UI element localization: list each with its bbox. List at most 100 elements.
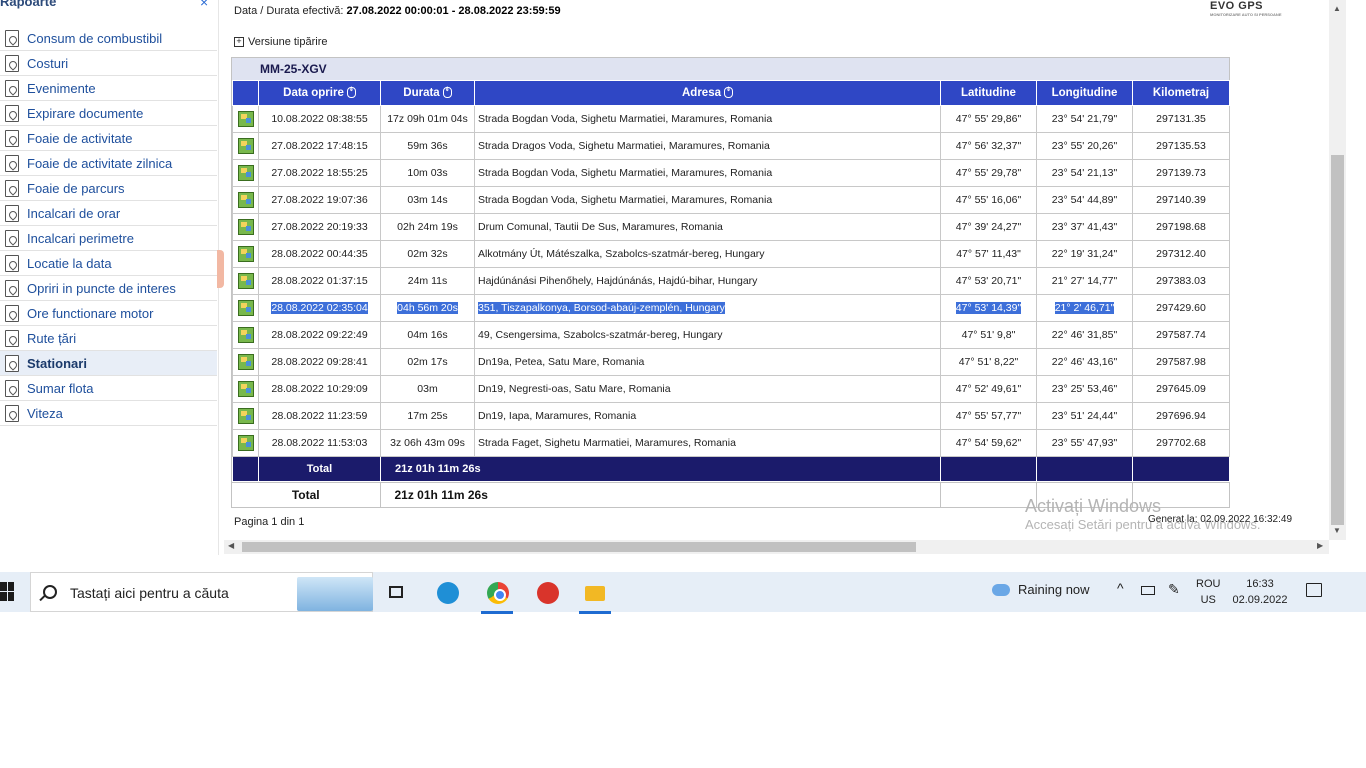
map-icon[interactable] — [237, 246, 254, 262]
map-icon-cell[interactable] — [232, 159, 259, 187]
print-version-toggle[interactable]: + Versiune tipărire — [234, 36, 328, 48]
sidebar-item[interactable]: Expirare documente — [0, 101, 217, 126]
sidebar-item[interactable]: Stationari — [0, 351, 217, 376]
sidebar-item[interactable]: Foaie de activitate zilnica — [0, 151, 217, 176]
col-durata[interactable]: Durata ⇕ — [380, 80, 475, 106]
table-row[interactable]: 27.08.2022 20:19:33 02h 24m 19s Drum Comun… — [232, 213, 1230, 241]
map-icon-cell[interactable] — [232, 294, 259, 322]
col-adresa[interactable]: Adresa ⇕ — [474, 80, 941, 106]
map-icon-cell[interactable] — [232, 132, 259, 160]
table-row[interactable]: 28.08.2022 01:37:15 24m 11s Hajdúnánási Pi… — [232, 267, 1230, 295]
sidebar-item[interactable]: Sumar flota — [0, 376, 217, 401]
sidebar-item[interactable]: Foaie de activitate — [0, 126, 217, 151]
pen-icon[interactable]: ✎ — [1168, 581, 1180, 598]
scroll-up-icon[interactable]: ▲ — [1333, 4, 1341, 13]
map-icon-cell[interactable] — [232, 267, 259, 295]
file-explorer-icon[interactable] — [575, 578, 615, 614]
cell-durata: 17z 09h 01m 04s — [380, 105, 475, 133]
map-icon-cell[interactable] — [232, 240, 259, 268]
sidebar-item-label: Foaie de parcurs — [27, 180, 125, 196]
map-icon[interactable] — [237, 354, 254, 370]
table-row[interactable]: 28.08.2022 11:53:03 3z 06h 43m 09s Strada … — [232, 429, 1230, 457]
col-data-oprire[interactable]: Data oprire ⇕ — [258, 80, 381, 106]
sort-icon[interactable]: ⇕ — [442, 87, 452, 99]
table-row[interactable]: 28.08.2022 02:35:04 04h 56m 20s 351, Tisza… — [232, 294, 1230, 322]
sidebar-item[interactable]: Incalcari de orar — [0, 201, 217, 226]
map-icon-cell[interactable] — [232, 321, 259, 349]
map-icon[interactable] — [237, 381, 254, 397]
map-icon-cell[interactable] — [232, 348, 259, 376]
map-icon-cell[interactable] — [232, 213, 259, 241]
scroll-down-icon[interactable]: ▼ — [1333, 526, 1341, 535]
show-hidden-icons-icon[interactable]: ^ — [1117, 580, 1124, 596]
map-icon[interactable] — [237, 111, 254, 127]
sidebar-item[interactable]: Foaie de parcurs — [0, 176, 217, 201]
horizontal-scroll-thumb[interactable] — [242, 542, 916, 552]
table-row[interactable]: 28.08.2022 00:44:35 02m 32s Alkotmány Út, … — [232, 240, 1230, 268]
sort-icon[interactable]: ⇕ — [724, 87, 733, 99]
reports-sidebar: Rapoarte × Consum de combustibil Costuri E… — [0, 0, 219, 555]
table-row[interactable]: 28.08.2022 10:29:09 03m Dn19, Negresti-oas… — [232, 375, 1230, 403]
table-row[interactable]: 27.08.2022 19:07:36 03m 14s Strada Bogdan … — [232, 186, 1230, 214]
sidebar-item[interactable]: Incalcari perimetre — [0, 226, 217, 251]
notification-icon[interactable] — [1306, 583, 1322, 597]
vertical-scroll-thumb[interactable] — [1331, 155, 1344, 525]
cell-data-oprire: 28.08.2022 11:53:03 — [258, 429, 381, 457]
horizontal-scrollbar[interactable]: ◀ ▶ — [224, 540, 1329, 554]
task-view-icon[interactable] — [377, 578, 417, 610]
windows-start-icon[interactable] — [0, 582, 16, 602]
scroll-left-icon[interactable]: ◀ — [228, 541, 234, 550]
cell-longitudine: 23° 54' 44,89" — [1036, 186, 1133, 214]
cell-data-oprire: 28.08.2022 02:35:04 — [258, 294, 381, 322]
map-icon[interactable] — [237, 192, 254, 208]
map-icon-cell[interactable] — [232, 402, 259, 430]
sidebar-item[interactable]: Ore functionare motor — [0, 301, 217, 326]
sidebar-item[interactable]: Costuri — [0, 51, 217, 76]
sidebar-item[interactable]: Locatie la data — [0, 251, 217, 276]
table-row[interactable]: 28.08.2022 09:22:49 04m 16s 49, Csengersim… — [232, 321, 1230, 349]
map-icon[interactable] — [237, 408, 254, 424]
sidebar-item[interactable]: Consum de combustibil — [0, 26, 217, 51]
map-icon-cell[interactable] — [232, 105, 259, 133]
map-icon-cell[interactable] — [232, 186, 259, 214]
table-row[interactable]: 10.08.2022 08:38:55 17z 09h 01m 04s Strada… — [232, 105, 1230, 133]
table-row[interactable]: 28.08.2022 11:23:59 17m 25s Dn19, Iapa, Ma… — [232, 402, 1230, 430]
map-icon[interactable] — [237, 165, 254, 181]
table-row[interactable]: 27.08.2022 18:55:25 10m 03s Strada Bogdan … — [232, 159, 1230, 187]
report-view: Data / Durata efectivă: 27.08.2022 00:00… — [224, 0, 1329, 540]
close-icon[interactable]: × — [200, 0, 208, 10]
sidebar-item[interactable]: Opriri in puncte de interes — [0, 276, 217, 301]
sidebar-item[interactable]: Viteza — [0, 401, 217, 426]
cell-latitudine: 47° 53' 14,39" — [940, 294, 1037, 322]
cell-kilometraj: 297429.60 — [1132, 294, 1230, 322]
input-language[interactable]: ROU US — [1196, 576, 1220, 608]
weather-widget[interactable]: Raining now — [992, 582, 1090, 597]
sidebar-item[interactable]: Evenimente — [0, 76, 217, 101]
system-clock[interactable]: 16:33 02.09.2022 — [1232, 576, 1288, 608]
map-icon[interactable] — [237, 300, 254, 316]
cell-kilometraj: 297696.94 — [1132, 402, 1230, 430]
sidebar-item[interactable]: Rute țări — [0, 326, 217, 351]
sidebar-collapse-handle[interactable] — [217, 250, 224, 288]
cell-durata: 10m 03s — [380, 159, 475, 187]
taskbar-search[interactable]: Tastați aici pentru a căuta — [30, 572, 373, 612]
edge-icon[interactable] — [427, 578, 467, 610]
map-icon-cell[interactable] — [232, 375, 259, 403]
scroll-right-icon[interactable]: ▶ — [1317, 541, 1323, 550]
battery-icon[interactable] — [1141, 586, 1155, 595]
map-icon[interactable] — [237, 327, 254, 343]
cell-kilometraj: 297383.03 — [1132, 267, 1230, 295]
brand-logo: EVO GPS MONITORIZARE AUTO SI PERSOANE — [1210, 0, 1282, 17]
map-icon[interactable] — [237, 138, 254, 154]
map-icon[interactable] — [237, 219, 254, 235]
app-red-icon[interactable] — [527, 578, 567, 610]
map-icon[interactable] — [237, 435, 254, 451]
map-icon[interactable] — [237, 273, 254, 289]
map-icon-cell[interactable] — [232, 429, 259, 457]
sort-icon[interactable]: ⇕ — [346, 87, 356, 99]
table-row[interactable]: 27.08.2022 17:48:15 59m 36s Strada Dragos … — [232, 132, 1230, 160]
table-row[interactable]: 28.08.2022 09:28:41 02m 17s Dn19a, Petea, … — [232, 348, 1230, 376]
vertical-scrollbar[interactable]: ▲ ▼ — [1329, 0, 1346, 540]
chrome-icon[interactable] — [477, 578, 517, 614]
cell-latitudine: 47° 51' 8,22" — [940, 348, 1037, 376]
